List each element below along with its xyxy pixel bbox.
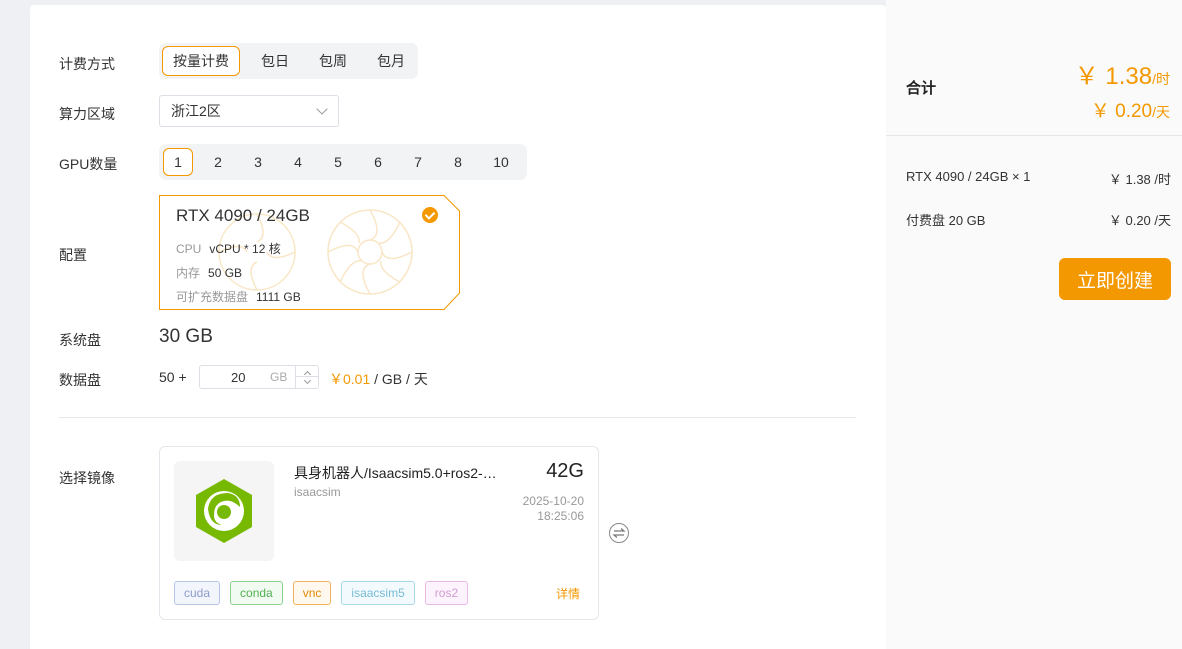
image-time: 18:25:06 bbox=[537, 509, 584, 523]
tag: vnc bbox=[292, 581, 332, 605]
total-hourly-unit: /时 bbox=[1152, 71, 1170, 87]
summary-divider bbox=[886, 135, 1182, 136]
gpu-count-option[interactable]: 2 bbox=[203, 148, 233, 176]
image-tags: cuda conda vnc isaacsim5 ros2 bbox=[174, 581, 478, 605]
summary-item-price: ￥ 1.38 /时 bbox=[1108, 172, 1171, 187]
cpu-value: vCPU * 12 核 bbox=[209, 242, 281, 256]
gpu-config-card[interactable]: RTX 4090 / 24GB CPU vCPU * 12 核 内存 50 GB 可… bbox=[159, 195, 460, 310]
total-label: 合计 bbox=[906, 80, 937, 97]
image-size: 42G bbox=[546, 460, 584, 482]
data-disk-base: 50 + bbox=[159, 369, 187, 385]
config-label: 配置 bbox=[59, 247, 87, 263]
memory-value: 50 GB bbox=[208, 266, 243, 280]
total-daily-price: ￥ 0.20/天 bbox=[1091, 96, 1170, 123]
data-disk-stepper[interactable]: 20 GB bbox=[199, 365, 319, 389]
hexagon-logo-icon bbox=[196, 479, 252, 543]
check-circle-icon bbox=[422, 207, 438, 223]
gpu-count-option[interactable]: 3 bbox=[243, 148, 273, 176]
config-title: RTX 4090 / 24GB bbox=[176, 206, 310, 225]
summary-item-price: ￥ 0.20 /天 bbox=[1108, 213, 1171, 228]
gpu-count-option[interactable]: 5 bbox=[323, 148, 353, 176]
image-subtitle: isaacsim bbox=[294, 485, 341, 499]
image-logo bbox=[174, 461, 274, 561]
gpu-count-option[interactable]: 1 bbox=[163, 148, 193, 176]
swap-icon[interactable] bbox=[609, 523, 629, 543]
total-daily-amount: ￥ 0.20 bbox=[1090, 101, 1153, 122]
gpu-count-selector: 1 2 3 4 5 6 7 8 10 bbox=[159, 144, 527, 180]
image-name: 具身机器人/Isaacsim5.0+ros2-… bbox=[294, 465, 497, 481]
cpu-key: CPU bbox=[176, 242, 202, 256]
gpu-count-option[interactable]: 8 bbox=[443, 148, 473, 176]
chevron-down-icon bbox=[316, 103, 328, 115]
order-summary-panel: 合计 ￥ 1.38/时 ￥ 0.20/天 RTX 4090 / 24GB × 1… bbox=[886, 0, 1182, 649]
stepper-controls bbox=[295, 366, 319, 388]
gpu-count-option[interactable]: 7 bbox=[403, 148, 433, 176]
data-disk-price-unit: / GB / 天 bbox=[370, 371, 428, 387]
tab-monthly[interactable]: 包月 bbox=[367, 46, 415, 76]
summary-item-disk: 付费盘 20 GB ￥ 0.20 /天 bbox=[906, 210, 1171, 229]
total-daily-unit: /天 bbox=[1152, 104, 1170, 120]
data-disk-label: 数据盘 bbox=[59, 372, 101, 388]
total-hourly-price: ￥ 1.38/时 bbox=[1075, 56, 1170, 91]
region-value: 浙江2区 bbox=[171, 103, 221, 119]
config-disk: 可扩充数据盘 1111 GB bbox=[176, 288, 301, 305]
section-divider bbox=[59, 417, 856, 418]
disk-value: 1111 GB bbox=[256, 290, 301, 304]
tag: isaacsim5 bbox=[341, 581, 415, 605]
image-label: 选择镜像 bbox=[59, 470, 115, 486]
swap-arrows-glyph bbox=[612, 528, 626, 538]
tag: ros2 bbox=[424, 581, 469, 605]
summary-item-name: RTX 4090 / 24GB × 1 bbox=[906, 169, 1031, 184]
data-disk-price-amount: ￥0.01 bbox=[329, 371, 371, 387]
total-hourly-amount: ￥ 1.38 bbox=[1074, 63, 1153, 90]
summary-item-gpu: RTX 4090 / 24GB × 1 ￥ 1.38 /时 bbox=[906, 169, 1171, 188]
disk-key: 可扩充数据盘 bbox=[176, 290, 249, 304]
image-date: 2025-10-20 bbox=[522, 494, 584, 508]
memory-key: 内存 bbox=[176, 266, 201, 280]
tab-daily[interactable]: 包日 bbox=[251, 46, 299, 76]
decrement-icon[interactable] bbox=[303, 376, 312, 385]
config-memory: 内存 50 GB bbox=[176, 264, 242, 281]
region-label: 算力区域 bbox=[59, 106, 115, 122]
region-select[interactable]: 浙江2区 bbox=[159, 95, 339, 127]
gpu-count-option[interactable]: 4 bbox=[283, 148, 313, 176]
data-disk-price: ￥0.01 / GB / 天 bbox=[329, 369, 428, 389]
billing-label: 计费方式 bbox=[59, 56, 115, 72]
gpu-count-label: GPU数量 bbox=[59, 156, 118, 172]
tab-weekly[interactable]: 包周 bbox=[309, 46, 357, 76]
gpu-count-option[interactable]: 6 bbox=[363, 148, 393, 176]
tag: cuda bbox=[174, 581, 221, 605]
system-disk-value: 30 GB bbox=[159, 326, 213, 347]
tab-pay-as-you-go[interactable]: 按量计费 bbox=[162, 46, 240, 76]
data-disk-input[interactable]: 20 bbox=[231, 370, 245, 385]
gpu-count-option[interactable]: 10 bbox=[483, 148, 519, 176]
image-card[interactable]: 具身机器人/Isaacsim5.0+ros2-… isaacsim 42G 20… bbox=[159, 446, 599, 620]
order-form: 计费方式 按量计费 包日 包周 包月 算力区域 浙江2区 GPU数量 1 2 3… bbox=[30, 5, 886, 649]
image-detail-link[interactable]: 详情 bbox=[556, 585, 580, 602]
tag: conda bbox=[230, 581, 283, 605]
billing-tabs: 按量计费 包日 包周 包月 bbox=[159, 43, 418, 79]
data-disk-unit: GB bbox=[270, 370, 288, 384]
system-disk-label: 系统盘 bbox=[59, 332, 101, 348]
create-now-button[interactable]: 立即创建 bbox=[1059, 258, 1171, 300]
config-cpu: CPU vCPU * 12 核 bbox=[176, 240, 281, 257]
summary-item-name: 付费盘 20 GB bbox=[906, 213, 986, 228]
image-updated: 2025-10-20 18:25:06 bbox=[523, 494, 584, 524]
